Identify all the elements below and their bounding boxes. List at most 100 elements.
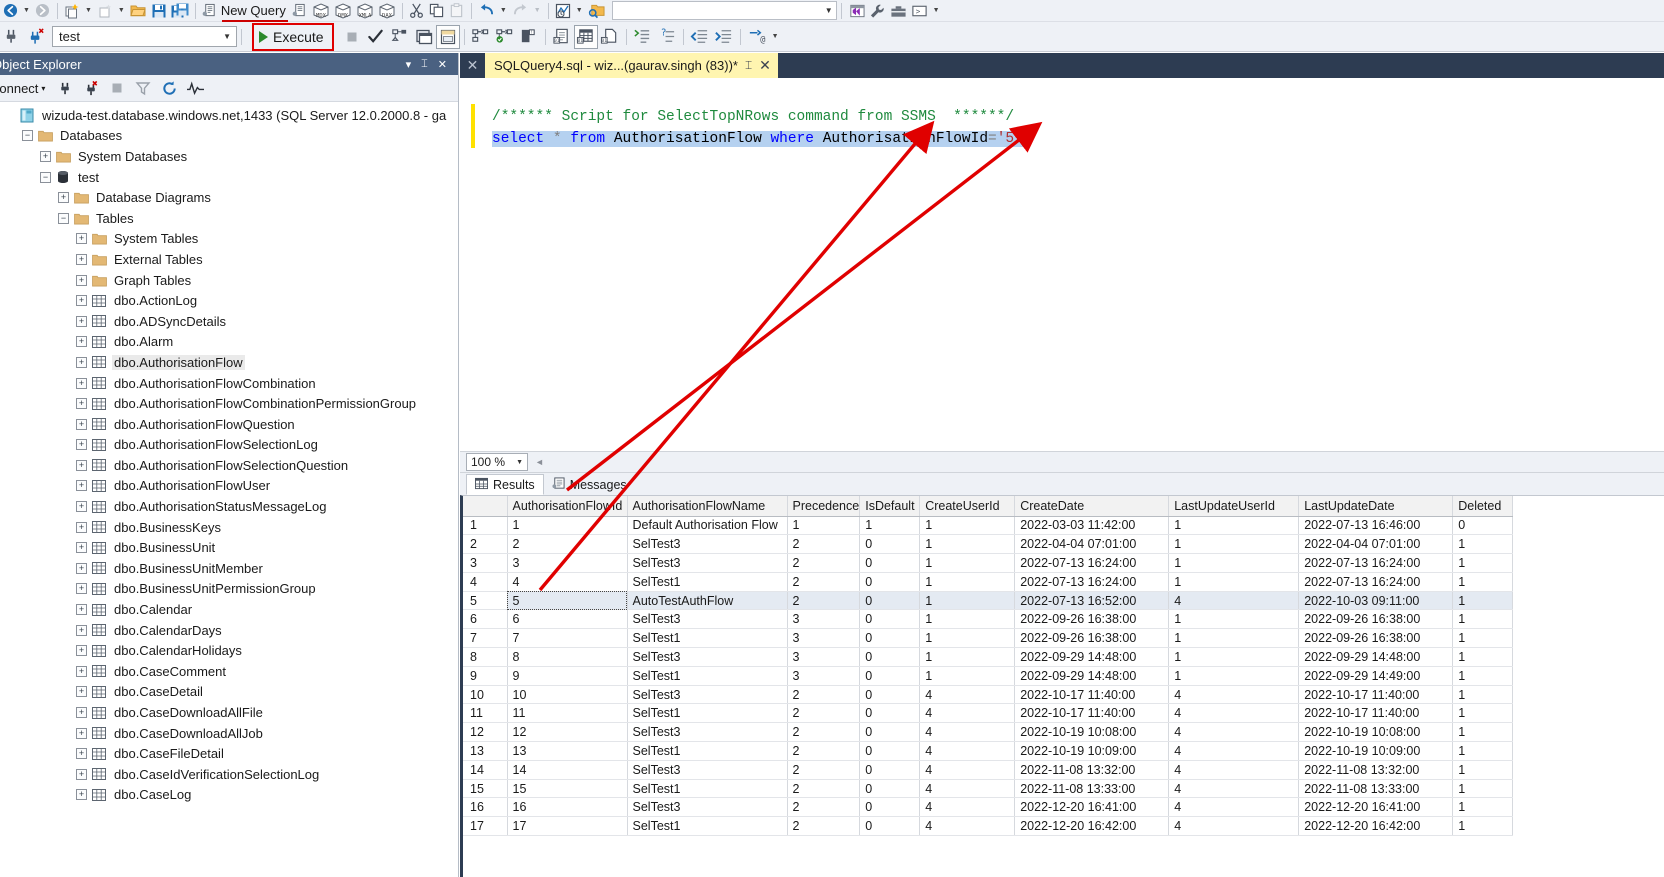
include-client-statistics-icon[interactable] [469, 25, 493, 49]
open-file-icon[interactable] [128, 1, 149, 21]
table-cell[interactable]: 2022-11-08 13:32:00 [1298, 760, 1454, 780]
table-row[interactable]: 16 16 SelTest3 2 0 4 2022-12-20 16:41:00 4 2022-… [463, 797, 1514, 818]
table-cell[interactable]: 2022-07-13 16:24:00 [1298, 553, 1454, 573]
table-cell[interactable]: 15 [507, 779, 628, 799]
table-row[interactable]: 10 10 SelTest3 2 0 4 2022-10-17 11:40:00 4 2022-… [463, 685, 1514, 705]
table-cell[interactable]: 1 [1452, 591, 1514, 611]
table-cell[interactable]: 2022-09-29 14:48:00 [1014, 666, 1170, 686]
tree-node[interactable]: + dbo.AuthorisationFlowCombinationPermiss… [0, 393, 458, 414]
row-number-header[interactable] [463, 496, 508, 517]
save-all-icon[interactable] [169, 1, 191, 21]
table-row[interactable]: 17 17 SelTest1 2 0 4 2022-12-20 16:42:00 4 2022-… [463, 816, 1514, 837]
table-cell[interactable]: 0 [859, 628, 921, 649]
undo-icon[interactable] [476, 1, 497, 21]
table-cell[interactable]: 3 [787, 609, 861, 630]
expand-node-icon[interactable]: + [76, 521, 87, 533]
quick-launch-search-input[interactable] [615, 2, 825, 19]
tree-node[interactable]: + dbo.Calendar [0, 599, 458, 620]
column-header[interactable]: AuthorisationFlowId [507, 496, 628, 517]
new-project-icon[interactable] [62, 1, 82, 21]
row-number-cell[interactable]: 4 [463, 572, 508, 592]
table-cell[interactable]: 14 [507, 760, 628, 780]
table-cell[interactable]: SelTest1 [627, 703, 788, 724]
table-cell[interactable]: 1 [919, 591, 1016, 611]
back-dropdown-caret-icon[interactable]: ▼ [20, 7, 33, 14]
column-header[interactable]: IsDefault [859, 496, 921, 517]
command-window-icon[interactable]: > [909, 1, 930, 21]
table-row[interactable]: 13 13 SelTest1 2 0 4 2022-10-19 10:09:00 4 2022-… [463, 741, 1514, 761]
tree-node[interactable]: + dbo.BusinessUnitMember [0, 558, 458, 579]
table-cell[interactable]: 4 [1168, 685, 1300, 705]
row-number-cell[interactable]: 8 [463, 647, 508, 667]
expand-node-icon[interactable]: + [76, 377, 87, 389]
table-cell[interactable]: 2022-12-20 16:42:00 [1298, 816, 1454, 837]
table-cell[interactable]: 1 [1168, 572, 1300, 592]
expand-node-icon[interactable]: + [76, 459, 87, 471]
tree-node[interactable]: + dbo.CaseDetail [0, 682, 458, 703]
expand-node-icon[interactable]: + [76, 480, 87, 492]
table-cell[interactable]: 3 [507, 553, 628, 573]
expand-node-icon[interactable]: + [76, 542, 87, 554]
table-cell[interactable]: 7 [507, 628, 628, 649]
tab-close-icon[interactable]: ✕ [759, 57, 771, 74]
connect-icon[interactable] [53, 77, 77, 99]
table-cell[interactable]: 2022-10-19 10:09:00 [1298, 741, 1454, 761]
table-cell[interactable]: 2022-07-13 16:52:00 [1014, 591, 1170, 611]
table-cell[interactable]: 2022-07-13 16:24:00 [1014, 553, 1170, 573]
table-cell[interactable]: 2022-11-08 13:32:00 [1014, 760, 1170, 780]
table-cell[interactable]: 2 [787, 553, 861, 573]
new-project-dropdown-caret-icon[interactable]: ▼ [82, 7, 95, 14]
table-cell[interactable]: 2 [787, 779, 861, 799]
refresh-icon[interactable] [157, 77, 181, 99]
results-grid[interactable]: AuthorisationFlowId AuthorisationFlowName… [460, 495, 1664, 877]
table-cell[interactable]: 2022-04-04 07:01:00 [1014, 534, 1170, 555]
table-cell[interactable]: 2022-07-13 16:46:00 [1298, 516, 1454, 536]
database-combo-caret-icon[interactable]: ▼ [223, 32, 234, 41]
table-row[interactable]: 15 15 SelTest1 2 0 4 2022-11-08 13:33:00 4 2022-… [463, 779, 1514, 799]
tree-node[interactable]: − Tables [0, 208, 458, 229]
cut-icon[interactable] [407, 1, 427, 21]
undo-dropdown-caret-icon[interactable]: ▼ [497, 7, 510, 14]
save-icon[interactable] [149, 1, 169, 21]
table-cell[interactable]: SelTest3 [627, 685, 788, 705]
table-cell[interactable]: 0 [859, 591, 921, 611]
new-query-button[interactable]: New Query [200, 1, 290, 22]
table-cell[interactable]: 1 [1452, 647, 1514, 667]
connect-button[interactable]: Connect ▾ [0, 81, 51, 96]
table-cell[interactable]: 2022-10-17 11:40:00 [1014, 703, 1170, 724]
uncomment-lines-icon[interactable]: ? [655, 25, 679, 49]
table-cell[interactable]: 2022-09-29 14:48:00 [1014, 647, 1170, 667]
tree-node[interactable]: − Databases [0, 126, 458, 147]
expand-node-icon[interactable]: + [76, 604, 87, 616]
sql-text-editor[interactable]: /****** Script for SelectTopNRows comman… [460, 78, 1664, 463]
tree-node[interactable]: + Database Diagrams [0, 187, 458, 208]
table-cell[interactable]: 2 [787, 591, 861, 611]
column-header[interactable]: LastUpdateDate [1298, 496, 1454, 517]
expand-node-icon[interactable]: + [58, 192, 69, 204]
new-analysis-query-icon[interactable] [290, 1, 310, 21]
tree-node[interactable]: wizuda-test.database.windows.net,1433 (S… [0, 105, 458, 126]
row-number-cell[interactable]: 5 [463, 591, 508, 611]
expand-node-icon[interactable]: + [76, 439, 87, 451]
tab-pin-icon[interactable]: ⌶ [745, 58, 752, 73]
row-number-cell[interactable]: 6 [463, 609, 508, 630]
table-cell[interactable]: 1 [919, 628, 1016, 649]
table-cell[interactable]: 0 [859, 703, 921, 724]
new-analysis-query-mdx-icon[interactable]: MDX [310, 1, 332, 21]
table-cell[interactable]: 2022-10-19 10:09:00 [1014, 741, 1170, 761]
table-cell[interactable]: 1 [1168, 647, 1300, 667]
table-cell[interactable]: 4 [1168, 591, 1300, 611]
table-cell[interactable]: SelTest1 [627, 741, 788, 761]
collapse-node-icon[interactable]: − [58, 212, 69, 224]
row-number-cell[interactable]: 13 [463, 741, 508, 761]
expand-node-icon[interactable]: + [76, 748, 87, 760]
row-number-cell[interactable]: 16 [463, 797, 508, 818]
tree-node[interactable]: + dbo.CalendarHolidays [0, 640, 458, 661]
table-cell[interactable]: 5 [507, 591, 628, 611]
table-row[interactable]: 2 2 SelTest3 2 0 1 2022-04-04 07:01:00 1 2022-04… [463, 534, 1514, 555]
tree-node[interactable]: + dbo.AuthorisationFlowUser [0, 476, 458, 497]
table-cell[interactable]: 4 [1168, 741, 1300, 761]
tree-node[interactable]: + dbo.ADSyncDetails [0, 311, 458, 332]
table-cell[interactable]: 3 [787, 666, 861, 686]
table-cell[interactable]: 4 [919, 741, 1016, 761]
